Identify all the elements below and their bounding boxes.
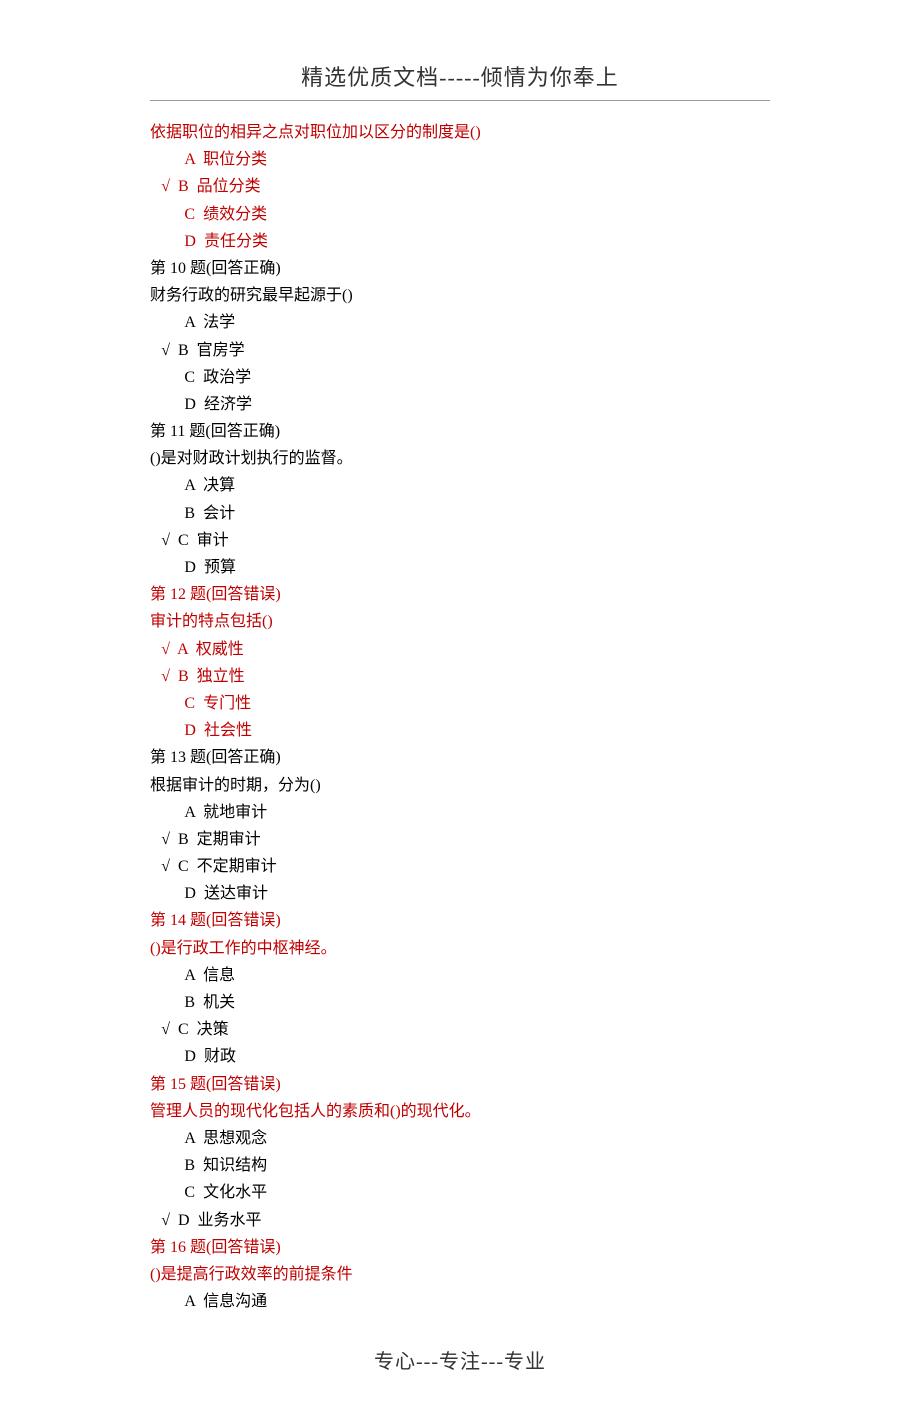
option-label: B 定期审计 xyxy=(178,831,261,848)
option-label: A 思想观念 xyxy=(184,1130,267,1147)
option: D 经济学 xyxy=(150,391,770,418)
option: C 决策 xyxy=(150,1016,770,1043)
option: A 就地审计 xyxy=(150,799,770,826)
option: A 信息 xyxy=(150,962,770,989)
option-label: B 知识结构 xyxy=(184,1157,267,1174)
option: C 政治学 xyxy=(150,364,770,391)
question-header: 第 15 题(回答错误) xyxy=(150,1071,770,1098)
question-text: 审计的特点包括() xyxy=(150,608,770,635)
option: B 会计 xyxy=(150,500,770,527)
document-page: 精选优质文档-----倾情为你奉上 依据职位的相异之点对职位加以区分的制度是()… xyxy=(0,0,920,1414)
question-header: 第 14 题(回答错误) xyxy=(150,907,770,934)
option-label: B 机关 xyxy=(184,994,235,1011)
option-label: D 社会性 xyxy=(184,722,252,739)
option-label: A 决算 xyxy=(184,477,235,494)
option-label: A 职位分类 xyxy=(184,151,267,168)
option: D 业务水平 xyxy=(150,1207,770,1234)
option-label: C 绩效分类 xyxy=(184,206,267,223)
option-label: A 权威性 xyxy=(177,641,244,658)
option-label: C 审计 xyxy=(178,532,229,549)
option: A 思想观念 xyxy=(150,1125,770,1152)
content-area: 依据职位的相异之点对职位加以区分的制度是() A 职位分类 B 品位分类 C 绩效分类… xyxy=(150,119,770,1315)
option: C 专门性 xyxy=(150,690,770,717)
question-text: 根据审计的时期，分为() xyxy=(150,772,770,799)
question-text: 依据职位的相异之点对职位加以区分的制度是() xyxy=(150,119,770,146)
question-text: ()是提高行政效率的前提条件 xyxy=(150,1261,770,1288)
option: C 绩效分类 xyxy=(150,201,770,228)
option-label: D 财政 xyxy=(184,1048,236,1065)
option-label: B 品位分类 xyxy=(178,178,261,195)
option: D 责任分类 xyxy=(150,228,770,255)
option: A 权威性 xyxy=(150,636,770,663)
option: A 法学 xyxy=(150,309,770,336)
option-label: D 送达审计 xyxy=(184,885,268,902)
option: D 送达审计 xyxy=(150,880,770,907)
option: D 预算 xyxy=(150,554,770,581)
option-label: D 经济学 xyxy=(184,396,252,413)
option: B 定期审计 xyxy=(150,826,770,853)
option: B 知识结构 xyxy=(150,1152,770,1179)
page-header: 精选优质文档-----倾情为你奉上 xyxy=(150,60,770,101)
question-header: 第 10 题(回答正确) xyxy=(150,255,770,282)
question-text: ()是对财政计划执行的监督。 xyxy=(150,445,770,472)
option: B 机关 xyxy=(150,989,770,1016)
option: A 职位分类 xyxy=(150,146,770,173)
option: B 官房学 xyxy=(150,337,770,364)
option-label: A 信息 xyxy=(184,967,235,984)
question-header: 第 16 题(回答错误) xyxy=(150,1234,770,1261)
page-footer: 专心---专注---专业 xyxy=(150,1345,770,1374)
option: D 社会性 xyxy=(150,717,770,744)
option-label: C 专门性 xyxy=(184,695,251,712)
option-label: D 责任分类 xyxy=(184,233,268,250)
option-label: C 不定期审计 xyxy=(178,858,277,875)
option-label: C 决策 xyxy=(178,1021,229,1038)
option: C 不定期审计 xyxy=(150,853,770,880)
question-header: 第 13 题(回答正确) xyxy=(150,744,770,771)
option-label: B 官房学 xyxy=(178,342,245,359)
option-label: A 法学 xyxy=(184,314,235,331)
option-label: D 业务水平 xyxy=(178,1212,262,1229)
option-label: B 会计 xyxy=(184,505,235,522)
option-label: A 就地审计 xyxy=(184,804,267,821)
question-text: 财务行政的研究最早起源于() xyxy=(150,282,770,309)
option: C 文化水平 xyxy=(150,1179,770,1206)
option: D 财政 xyxy=(150,1043,770,1070)
option-label: B 独立性 xyxy=(178,668,245,685)
question-text: ()是行政工作的中枢神经。 xyxy=(150,935,770,962)
option-label: D 预算 xyxy=(184,559,236,576)
option: C 审计 xyxy=(150,527,770,554)
question-text: 管理人员的现代化包括人的素质和()的现代化。 xyxy=(150,1098,770,1125)
option: B 独立性 xyxy=(150,663,770,690)
option: B 品位分类 xyxy=(150,173,770,200)
question-header: 第 12 题(回答错误) xyxy=(150,581,770,608)
option-label: C 政治学 xyxy=(184,369,251,386)
question-header: 第 11 题(回答正确) xyxy=(150,418,770,445)
option: A 决算 xyxy=(150,472,770,499)
option-label: C 文化水平 xyxy=(184,1184,267,1201)
